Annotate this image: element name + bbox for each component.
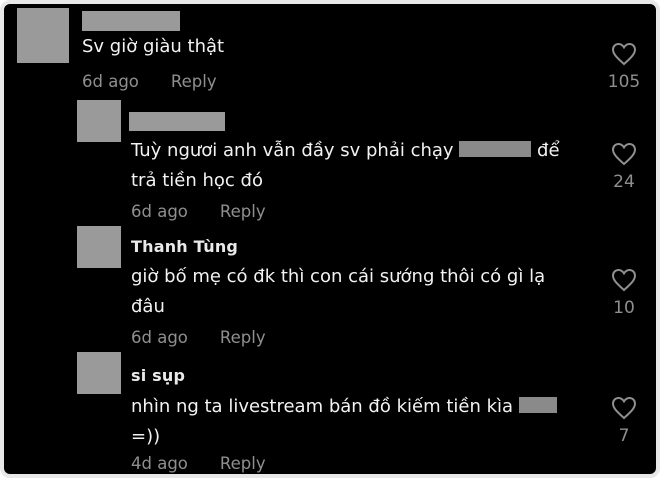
- heart-outline-icon: [611, 396, 637, 420]
- comment-time: 4d ago: [131, 454, 188, 473]
- like-button[interactable]: 24: [594, 142, 654, 192]
- comment-time: 6d ago: [82, 72, 139, 91]
- like-button[interactable]: 7: [594, 396, 654, 446]
- comment-text: giờ bố mẹ có đk thì con cái sướng thôi c…: [131, 266, 546, 317]
- avatar[interactable]: [77, 352, 121, 394]
- text-redaction: [459, 141, 532, 157]
- username-redacted: [129, 112, 225, 131]
- heart-outline-icon: [611, 142, 637, 166]
- comment-meta: 4d ago Reply: [131, 454, 266, 473]
- comment-text: nhìn ng ta livestream bán đồ kiếm tiền k…: [131, 392, 601, 452]
- reply-button[interactable]: Reply: [220, 454, 266, 473]
- username-redacted: [82, 11, 180, 31]
- reply-button[interactable]: Reply: [220, 202, 266, 221]
- heart-outline-icon: [611, 42, 637, 66]
- like-count: 105: [607, 72, 641, 92]
- comment-time: 6d ago: [131, 202, 188, 221]
- reply-button[interactable]: Reply: [220, 328, 266, 347]
- text-redaction: [518, 397, 557, 413]
- like-count: 10: [613, 298, 635, 318]
- avatar[interactable]: [77, 226, 121, 268]
- comment-thread: Sv giờ giàu thật 6d ago Reply 105 Tuỳ ngư…: [0, 0, 660, 478]
- comment-meta: 6d ago Reply: [131, 202, 266, 221]
- like-button[interactable]: 10: [594, 268, 654, 318]
- avatar[interactable]: [77, 100, 121, 142]
- heart-outline-icon: [611, 268, 637, 292]
- comment-meta: 6d ago Reply: [131, 328, 266, 347]
- reply-button[interactable]: Reply: [171, 72, 217, 91]
- like-count: 24: [613, 172, 635, 192]
- username[interactable]: Thanh Tùng: [131, 237, 238, 256]
- like-button[interactable]: 105: [594, 42, 654, 92]
- comment-meta: 6d ago Reply: [82, 72, 217, 91]
- avatar[interactable]: [17, 8, 69, 63]
- like-count: 7: [618, 426, 630, 446]
- comment-text: Sv giờ giàu thật: [82, 36, 225, 57]
- username[interactable]: si sụp: [131, 366, 185, 385]
- comment-text: Tuỳ ngươi anh vẫn đầy sv phải chạy để tr…: [131, 140, 560, 191]
- comment-time: 6d ago: [131, 328, 188, 347]
